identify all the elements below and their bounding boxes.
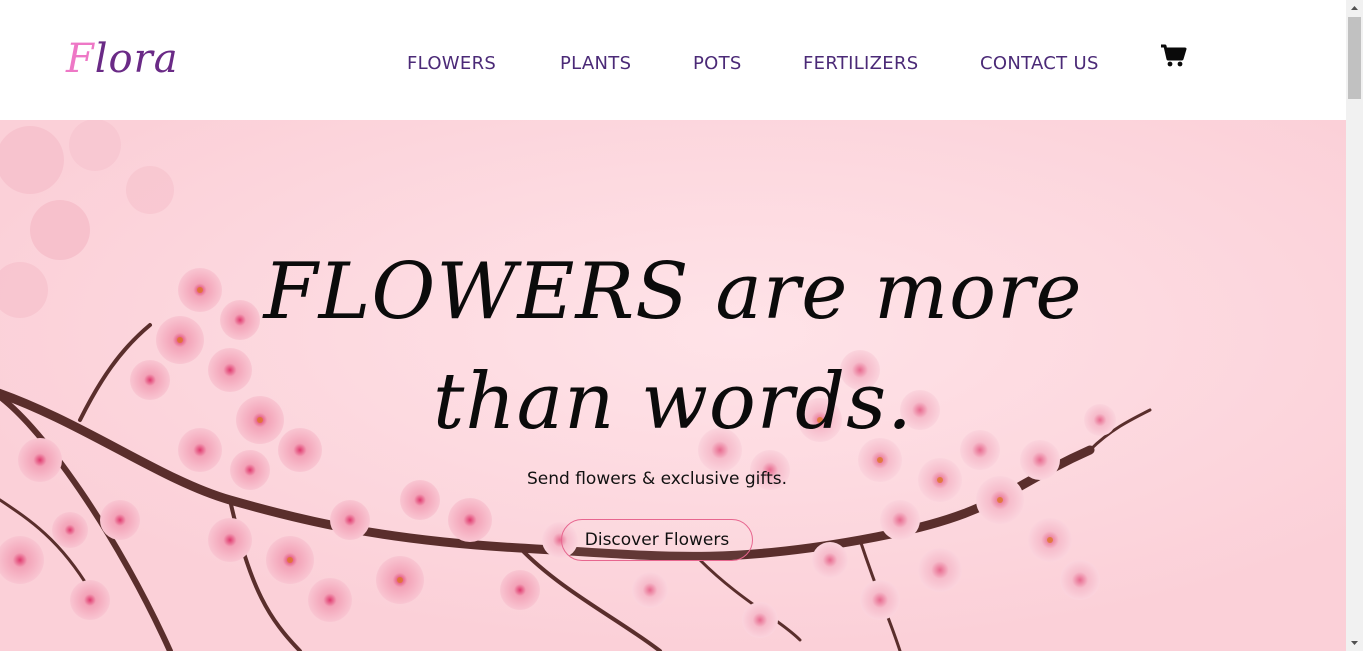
brand-logo[interactable]: Flora [66,33,179,85]
scrollbar-thumb[interactable] [1348,17,1361,99]
hero-section: FLOWERS are more than words. Send flower… [0,120,1346,651]
discover-flowers-button[interactable]: Discover Flowers [561,519,753,561]
hero-headline-line-2: than words. [433,357,913,447]
hero-headline-line-1: FLOWERS are more [263,247,1083,337]
page-scrollbar[interactable] [1346,0,1363,651]
nav-item-plants[interactable]: PLANTS [560,53,631,75]
nav-item-fertilizers[interactable]: FERTILIZERS [803,53,919,75]
scroll-up-arrow-icon[interactable] [1346,0,1363,17]
nav-item-pots[interactable]: POTS [693,53,742,75]
scroll-down-arrow-icon[interactable] [1346,634,1363,651]
nav-item-flowers[interactable]: FLOWERS [407,53,496,75]
nav-item-contact-us[interactable]: CONTACT US [980,53,1099,75]
shopping-cart-icon[interactable] [1160,44,1188,68]
hero-subtitle: Send flowers & exclusive gifts. [527,469,787,489]
site-header: Flora FLOWERS PLANTS POTS FERTILIZERS CO… [0,0,1346,120]
